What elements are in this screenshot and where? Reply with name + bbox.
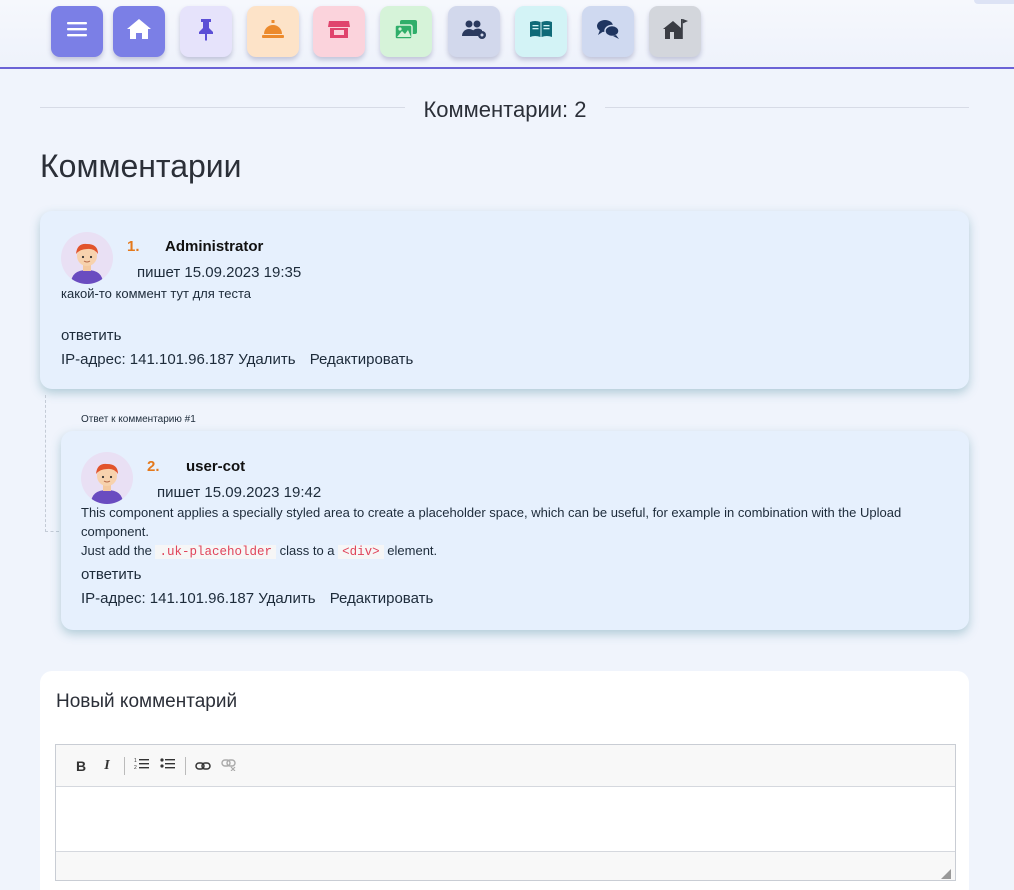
text-fragment: element. bbox=[387, 543, 438, 558]
comment-meta: пишет 15.09.2023 19:35 bbox=[137, 264, 302, 281]
delete-link[interactable]: Удалить bbox=[238, 351, 295, 368]
svg-text:1: 1 bbox=[134, 758, 137, 764]
pin-button[interactable] bbox=[180, 6, 232, 57]
ip-address: IP-адрес: 141.101.96.187 bbox=[81, 590, 255, 607]
unlink-icon bbox=[221, 758, 237, 774]
new-comment-panel: Новый комментарий B I 12 bbox=[40, 671, 969, 890]
store-button[interactable] bbox=[313, 6, 365, 57]
pin-icon bbox=[192, 15, 220, 48]
thread-connector-hook bbox=[45, 531, 59, 532]
comment-author: Administrator bbox=[165, 238, 264, 255]
house-flag-icon bbox=[661, 15, 689, 48]
user-avatar-icon bbox=[71, 243, 103, 284]
comment-text-line: Just add the .uk-placeholder class to a … bbox=[81, 541, 961, 562]
toolbar-separator bbox=[124, 756, 125, 775]
chat-button[interactable] bbox=[582, 6, 634, 57]
resize-handle-icon[interactable] bbox=[941, 866, 951, 879]
numbered-list-icon: 12 bbox=[134, 757, 150, 774]
home-icon bbox=[125, 15, 153, 48]
user-avatar-icon bbox=[91, 463, 123, 504]
comment-textarea[interactable] bbox=[56, 787, 955, 851]
comment-number: 1. bbox=[127, 238, 140, 255]
bulleted-list-button[interactable] bbox=[155, 753, 181, 779]
comment-text: This component applies a specially style… bbox=[81, 503, 961, 562]
comment-actions: IP-адрес: 141.101.96.187 Удалить Редакти… bbox=[81, 590, 433, 607]
store-icon bbox=[325, 15, 353, 48]
italic-button[interactable]: I bbox=[94, 753, 120, 779]
avatar bbox=[81, 452, 133, 504]
comment-editor: B I 12 bbox=[55, 744, 956, 881]
top-toolbar bbox=[0, 0, 1014, 69]
comment-author: user-cot bbox=[186, 458, 246, 475]
photos-icon bbox=[392, 15, 420, 48]
inline-code: .uk-placeholder bbox=[155, 545, 276, 559]
comment-meta: пишет 15.09.2023 19:42 bbox=[157, 484, 322, 501]
menu-button[interactable] bbox=[51, 6, 103, 57]
book-open-icon bbox=[527, 15, 555, 48]
comment-text-line: This component applies a specially style… bbox=[81, 505, 902, 539]
reply-link[interactable]: ответить bbox=[81, 566, 141, 583]
page-title: Комментарии bbox=[40, 148, 242, 184]
ip-address: IP-адрес: 141.101.96.187 bbox=[61, 351, 235, 368]
inline-code: <div> bbox=[338, 545, 384, 559]
thread-connector bbox=[45, 395, 46, 532]
chat-icon bbox=[594, 15, 622, 48]
bold-button[interactable]: B bbox=[68, 753, 94, 779]
delete-link[interactable]: Удалить bbox=[258, 590, 315, 607]
text-fragment: Just add the bbox=[81, 543, 152, 558]
comment-actions: IP-адрес: 141.101.96.187 Удалить Редакти… bbox=[61, 351, 413, 368]
menu-icon bbox=[63, 15, 91, 48]
link-button[interactable] bbox=[190, 753, 216, 779]
numbered-list-button[interactable]: 12 bbox=[129, 753, 155, 779]
editor-statusbar bbox=[56, 851, 955, 880]
journal-button[interactable] bbox=[515, 6, 567, 57]
bulleted-list-icon bbox=[160, 757, 176, 774]
edit-link[interactable]: Редактировать bbox=[330, 590, 434, 607]
photos-button[interactable] bbox=[380, 6, 432, 57]
edit-link[interactable]: Редактировать bbox=[310, 351, 414, 368]
comment-card: 2. user-cot пишет 15.09.2023 19:42 This … bbox=[61, 431, 969, 630]
comments-count: Комментарии: 2 bbox=[405, 96, 605, 124]
comment-card: 1. Administrator пишет 15.09.2023 19:35 … bbox=[40, 211, 969, 389]
link-icon bbox=[195, 758, 211, 774]
home-button[interactable] bbox=[113, 6, 165, 57]
unlink-button[interactable] bbox=[216, 753, 242, 779]
users-button[interactable] bbox=[448, 6, 500, 57]
text-fragment: class to a bbox=[279, 543, 335, 558]
toolbar-edge bbox=[974, 0, 1014, 4]
reply-note: Ответ к комментарию #1 bbox=[81, 414, 196, 425]
reception-bell-icon bbox=[259, 15, 287, 48]
new-comment-title: Новый комментарий bbox=[56, 691, 238, 712]
users-settings-icon bbox=[460, 15, 488, 48]
reception-button[interactable] bbox=[247, 6, 299, 57]
editor-toolbar: B I 12 bbox=[56, 745, 955, 787]
svg-text:2: 2 bbox=[134, 765, 137, 771]
avatar bbox=[61, 232, 113, 284]
comment-text: какой-то коммент тут для теста bbox=[61, 286, 251, 301]
locations-button[interactable] bbox=[649, 6, 701, 57]
comment-number: 2. bbox=[147, 458, 160, 475]
reply-link[interactable]: ответить bbox=[61, 327, 121, 344]
toolbar-separator bbox=[185, 756, 186, 775]
